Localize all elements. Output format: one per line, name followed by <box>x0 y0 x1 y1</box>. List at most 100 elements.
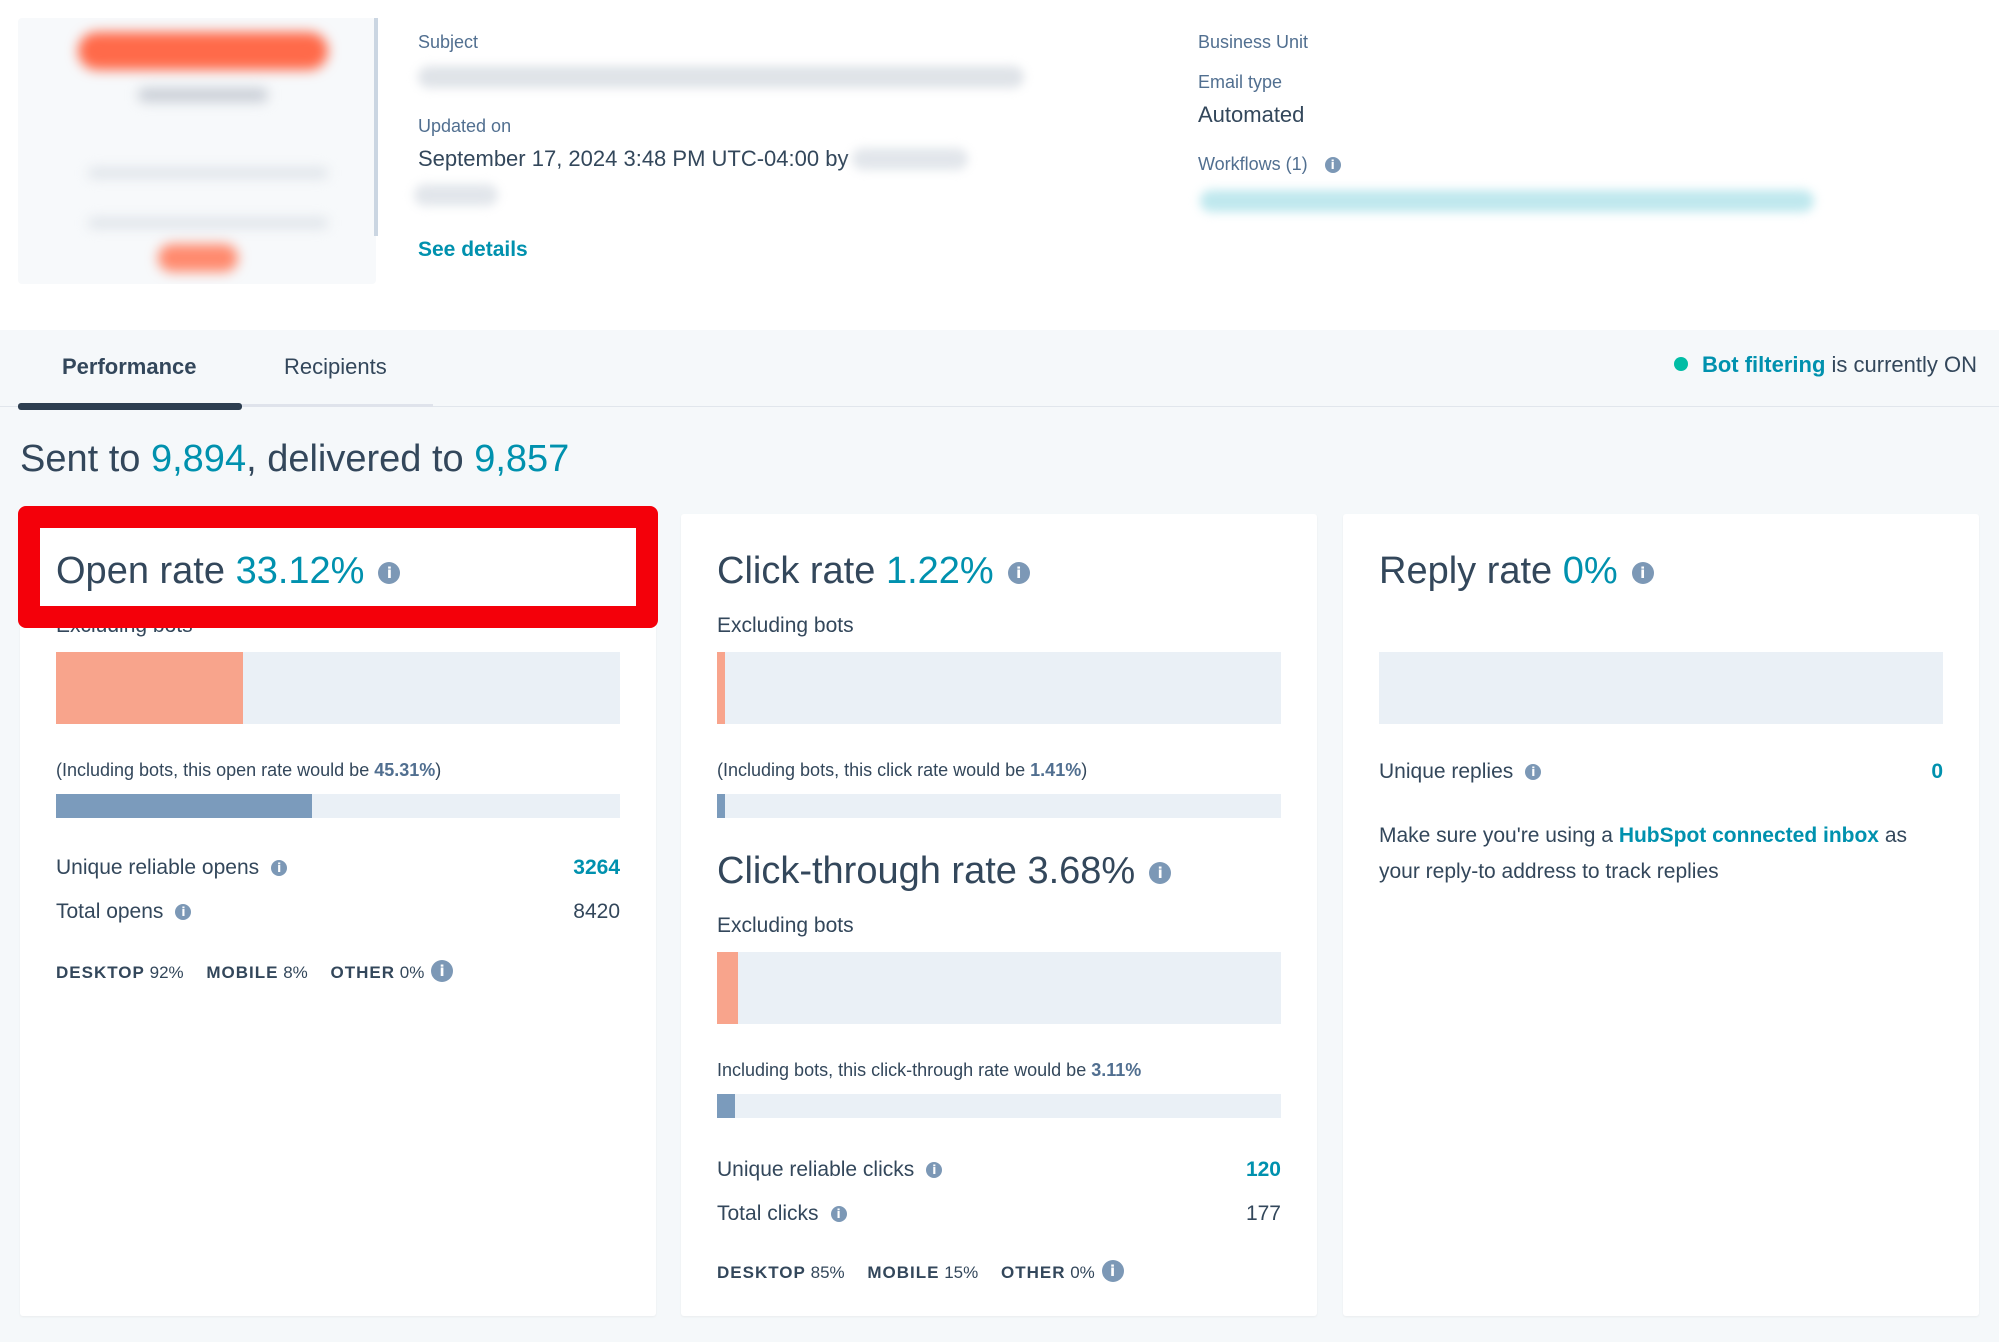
delivered-count[interactable]: 9,857 <box>474 438 569 480</box>
email-type-label: Email type <box>1198 72 1283 92</box>
total-opens-text: Total opens <box>56 900 164 923</box>
total-clicks-value: 177 <box>1245 1202 1281 1225</box>
ctr-including-note: Including bots, this click-through rate … <box>717 1060 1141 1081</box>
total-clicks-text: Total clicks <box>717 1202 819 1225</box>
unique-opens-value[interactable]: 3264 <box>573 856 620 880</box>
bot-filtering-text: is currently ON <box>1831 352 1977 377</box>
thumbnail-divider <box>374 18 378 236</box>
unique-replies-label: Unique replies i <box>1379 760 1542 784</box>
workflows-label-text: Workflows (1) <box>1198 154 1308 174</box>
bot-filtering-status: Bot filtering is currently ON <box>1673 352 1977 378</box>
reply-rate-title-text: Reply rate <box>1379 550 1553 592</box>
click-rate-value: 1.22% <box>885 550 994 592</box>
open-rate-card: Excluding bots (Including bots, this ope… <box>20 514 656 1316</box>
info-icon[interactable]: i <box>431 960 454 982</box>
ctr-including-bar <box>717 1094 1281 1118</box>
info-icon[interactable]: i <box>378 561 401 584</box>
reply-tracking-message: Make sure you're using a HubSpot connect… <box>1379 818 1943 890</box>
total-opens-label: Total opens i <box>56 900 192 924</box>
click-note-prefix: (Including bots, this click rate would b… <box>717 760 1026 780</box>
click-rate-title: Click rate 1.22% i <box>717 550 1030 593</box>
workflows-label: Workflows (1) i <box>1198 154 1341 175</box>
click-rate-card: Click rate 1.22% i Excluding bots (Includ… <box>681 514 1317 1316</box>
device-key: DESKTOP <box>56 963 145 982</box>
click-including-note: (Including bots, this click rate would b… <box>717 760 1087 781</box>
ctr-note-value: 3.11% <box>1091 1060 1142 1080</box>
click-rate-bar-fill <box>717 652 725 724</box>
bot-filtering-link[interactable]: Bot filtering <box>1702 352 1825 377</box>
ctr-including-bar-fill <box>717 1094 735 1118</box>
email-preview-thumbnail[interactable] <box>18 18 376 284</box>
updated-label: Updated on <box>418 116 512 136</box>
see-details-link[interactable]: See details <box>418 238 528 262</box>
info-icon[interactable]: i <box>271 860 288 877</box>
updated-value: September 17, 2024 3:48 PM UTC-04:00 by <box>418 146 849 171</box>
device-key: DESKTOP <box>717 1263 806 1282</box>
sent-count[interactable]: 9,894 <box>151 438 246 480</box>
email-type-value: Automated <box>1198 102 1305 127</box>
info-icon[interactable]: i <box>830 1206 847 1223</box>
connected-inbox-link[interactable]: HubSpot connected inbox <box>1619 824 1879 847</box>
device-value: 85% <box>810 1263 845 1282</box>
info-icon[interactable]: i <box>1149 861 1172 884</box>
info-icon[interactable]: i <box>926 1162 943 1179</box>
click-note-suffix: ) <box>1081 760 1088 780</box>
total-opens-value: 8420 <box>573 900 620 923</box>
device-key: OTHER <box>330 963 396 982</box>
device-value: 92% <box>149 963 184 982</box>
open-rate-title-text: Open rate <box>56 550 225 592</box>
ctr-title: Click-through rate 3.68% i <box>717 850 1172 893</box>
ctr-bar <box>717 952 1281 1024</box>
click-device-breakdown: DESKTOP 85% MOBILE 15% OTHER 0% i <box>717 1260 1124 1283</box>
info-icon[interactable]: i <box>1525 764 1542 781</box>
ctr-excluding-label: Excluding bots <box>717 914 854 937</box>
click-excluding-label: Excluding bots <box>717 614 854 637</box>
business-unit-label: Business Unit <box>1198 32 1309 52</box>
tab-recipients[interactable]: Recipients <box>284 354 387 380</box>
tab-performance[interactable]: Performance <box>62 354 197 380</box>
sent-prefix: Sent to <box>20 438 141 480</box>
device-key: OTHER <box>1000 1263 1066 1282</box>
open-including-note: (Including bots, this open rate would be… <box>56 760 441 781</box>
status-dot-icon <box>1673 357 1688 371</box>
click-note-value: 1.41% <box>1030 760 1082 780</box>
unique-opens-text: Unique reliable opens <box>56 856 260 879</box>
open-including-bar <box>56 794 620 818</box>
info-icon[interactable]: i <box>1007 561 1030 584</box>
open-rate-bar <box>56 652 620 724</box>
reply-rate-card: Reply rate 0% i Unique replies i 0 Make su… <box>1343 514 1979 1316</box>
reply-rate-bar <box>1379 652 1943 724</box>
ctr-title-text: Click-through rate 3.68% <box>717 850 1136 892</box>
open-rate-title: Open rate 33.12% i <box>56 550 401 593</box>
subject-label: Subject <box>418 32 479 52</box>
device-key: MOBILE <box>206 963 279 982</box>
info-icon[interactable]: i <box>1631 561 1654 584</box>
device-value: 0% <box>1070 1263 1095 1282</box>
open-excluding-label: Excluding bots <box>56 614 193 637</box>
open-note-suffix: ) <box>435 760 442 780</box>
info-icon[interactable]: i <box>1101 1260 1124 1282</box>
email-details-header: Subject Updated on September 17, 2024 3:… <box>0 0 1999 330</box>
updated-by-redacted <box>852 148 968 170</box>
reply-rate-title: Reply rate 0% i <box>1379 550 1654 593</box>
device-value: 15% <box>944 1263 979 1282</box>
unique-replies-text: Unique replies <box>1379 760 1514 783</box>
reply-msg-line2: your reply-to address to track replies <box>1379 860 1719 883</box>
click-including-bar-fill <box>717 794 725 818</box>
info-icon[interactable]: i <box>1324 157 1341 174</box>
device-key: MOBILE <box>867 1263 940 1282</box>
unique-clicks-value[interactable]: 120 <box>1246 1158 1281 1182</box>
workflow-link-redacted[interactable] <box>1200 190 1814 212</box>
open-device-breakdown: DESKTOP 92% MOBILE 8% OTHER 0% i <box>56 960 454 983</box>
unique-clicks-label: Unique reliable clicks i <box>717 1158 943 1182</box>
unique-replies-value[interactable]: 0 <box>1931 760 1943 784</box>
open-including-bar-fill <box>56 794 312 818</box>
subject-value-redacted <box>418 66 1024 88</box>
total-clicks-label: Total clicks i <box>717 1202 847 1226</box>
reply-rate-value: 0% <box>1562 550 1618 592</box>
unique-opens-label: Unique reliable opens i <box>56 856 288 880</box>
info-icon[interactable]: i <box>175 904 192 921</box>
click-rate-bar <box>717 652 1281 724</box>
open-rate-bar-fill <box>56 652 243 724</box>
tab-active-indicator <box>18 403 242 410</box>
